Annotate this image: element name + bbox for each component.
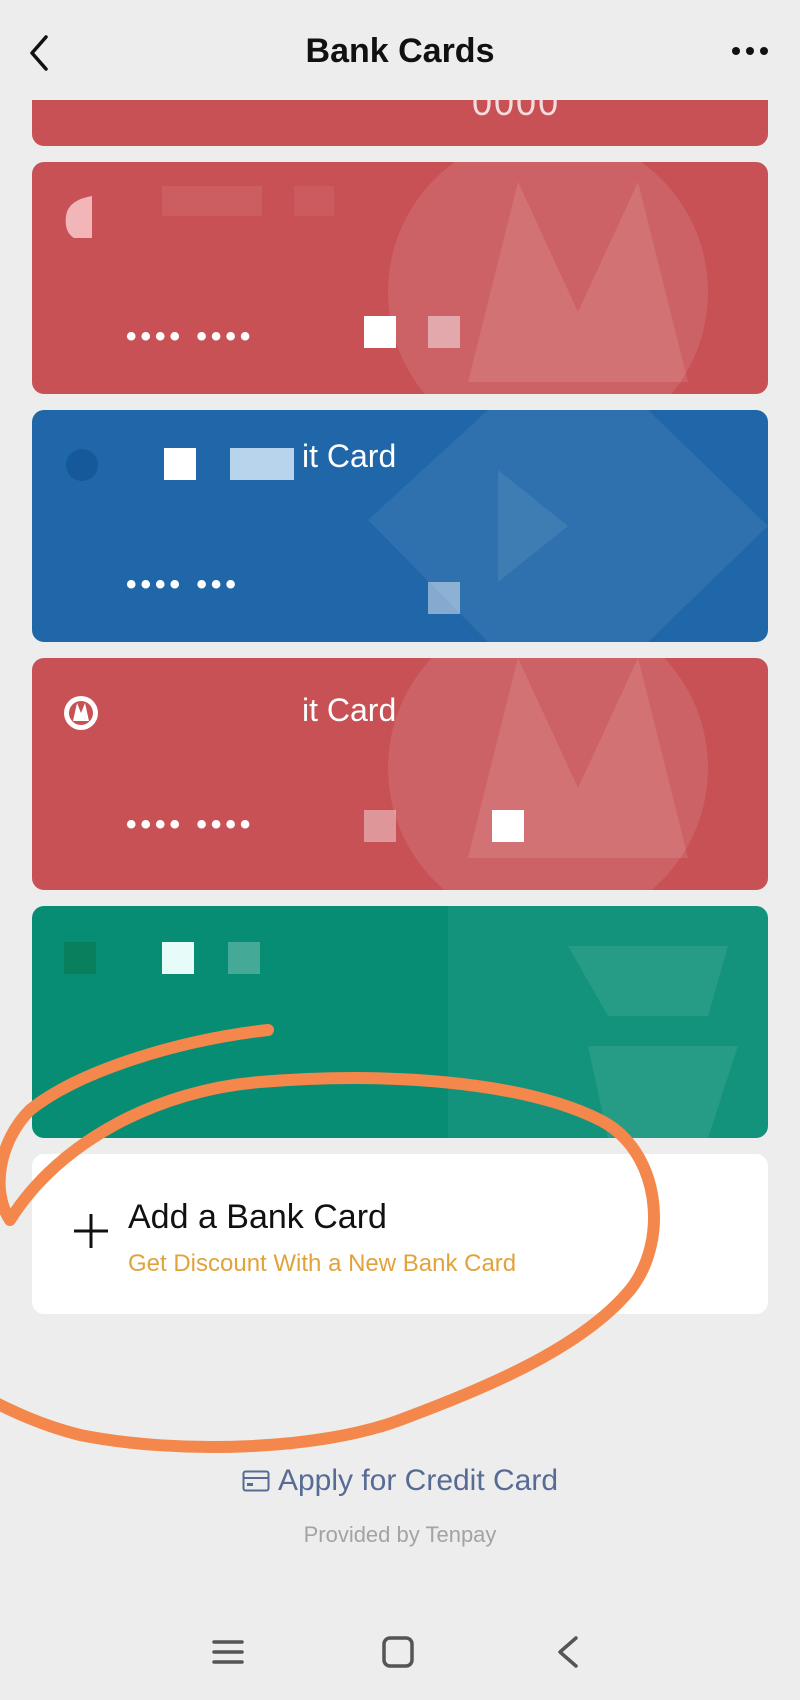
bank-card-4[interactable]: [32, 906, 768, 1138]
blurred-bank-name: [228, 942, 260, 974]
page-title: Bank Cards: [305, 32, 495, 70]
card-name: it Card: [302, 692, 397, 728]
blurred-card-digits: [492, 810, 524, 842]
bank-watermark-icon: [448, 906, 768, 1138]
card-number: •••• ••••: [126, 320, 255, 353]
blurred-bank-name: [162, 186, 262, 216]
blurred-bank-name: [164, 448, 196, 480]
blurred-card-digits: [428, 582, 460, 614]
menu-icon[interactable]: [208, 1632, 248, 1672]
bank-logo-icon: [62, 440, 100, 490]
add-card-title: Add a Bank Card: [128, 1198, 387, 1236]
plus-icon: [74, 1214, 108, 1248]
top-nav-bar: Bank Cards: [0, 0, 800, 100]
blurred-card-digits: [364, 810, 396, 842]
bank-logo-icon: [62, 192, 100, 242]
bank-card-1[interactable]: •••• ••••: [32, 162, 768, 394]
bank-watermark-icon: [388, 162, 708, 394]
blurred-bank-name: [294, 186, 334, 216]
blurred-bank-name: [162, 942, 194, 974]
card-number: •••• ••••: [126, 808, 255, 841]
home-square-icon[interactable]: [378, 1632, 418, 1672]
blurred-bank-name: [230, 448, 294, 480]
add-card-subtitle: Get Discount With a New Bank Card: [128, 1250, 517, 1277]
bank-watermark-icon: [388, 658, 708, 890]
more-dots-icon[interactable]: [730, 44, 770, 58]
add-bank-card-button[interactable]: Add a Bank Card Get Discount With a New …: [32, 1154, 768, 1314]
card-name: it Card: [302, 438, 397, 474]
blurred-card-digits: [428, 316, 460, 348]
provided-by-text: Provided by Tenpay: [303, 1522, 497, 1547]
apply-credit-card-label: Apply for Credit Card: [277, 1464, 559, 1497]
bank-watermark-icon: [368, 410, 768, 642]
bank-card-2[interactable]: it Card •••• •••: [32, 410, 768, 642]
card-number: •••• •••: [126, 568, 240, 601]
back-triangle-icon[interactable]: [548, 1632, 588, 1672]
bank-card-3[interactable]: it Card •••• ••••: [32, 658, 768, 890]
blurred-bank-logo: [64, 942, 96, 974]
bank-logo-icon: [62, 688, 100, 738]
system-nav-bar: [0, 1620, 800, 1690]
credit-card-icon: [242, 1470, 270, 1492]
apply-credit-card-link[interactable]: Apply for Credit Card: [0, 1464, 800, 1498]
blurred-card-digits: [364, 316, 396, 348]
